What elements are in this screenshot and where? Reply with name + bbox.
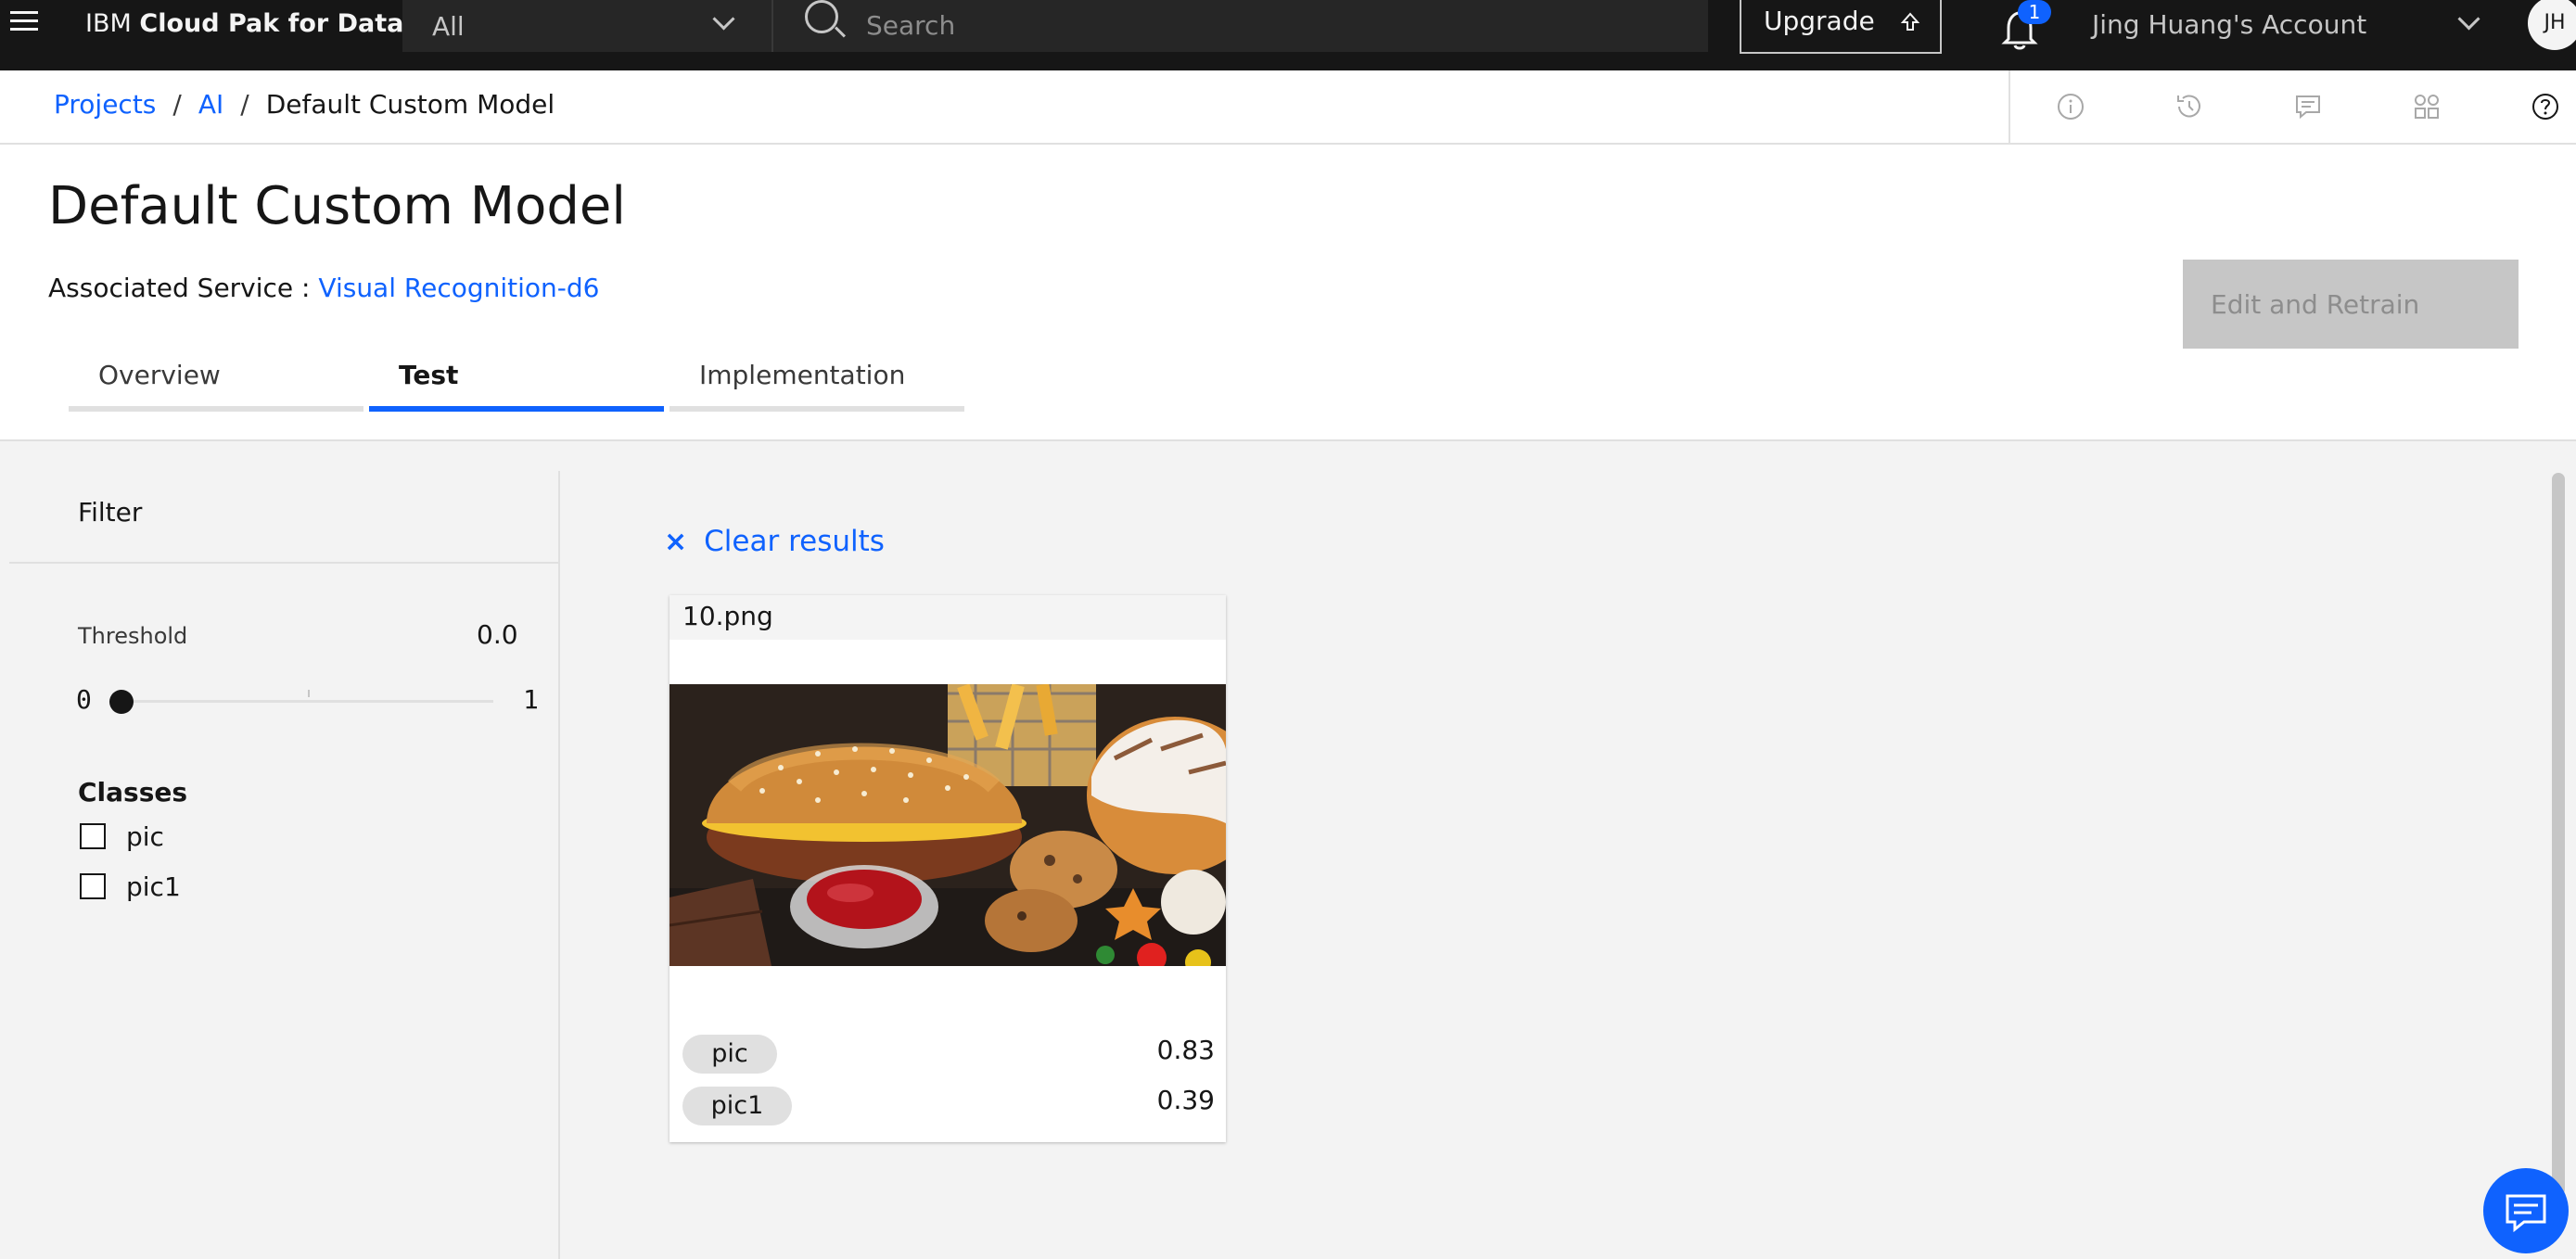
breadcrumb: Projects / AI / Default Custom Model [54,89,555,120]
slider-min-label: 0 [76,684,92,715]
breadcrumb-bar: Projects / AI / Default Custom Model [0,70,2576,145]
hamburger-icon[interactable] [6,4,43,45]
clear-results-label: Clear results [704,525,885,558]
tab-label: Implementation [699,360,906,390]
top-nav-bar: IBM Cloud Pak for Data All Upgrade 1 Jin… [0,0,2576,70]
threshold-slider-handle[interactable] [109,690,134,714]
associated-service: Associated Service : Visual Recognition-… [48,273,599,303]
breadcrumb-ai[interactable]: AI [198,89,223,120]
comment-icon[interactable] [2292,91,2324,122]
divider [9,562,558,564]
checkbox[interactable] [80,873,106,899]
scope-dropdown[interactable]: All [402,0,773,52]
class-label: pic1 [126,871,181,902]
notification-badge: 1 [2018,0,2051,24]
upgrade-label: Upgrade [1764,6,1875,36]
result-filename: 10.png [682,601,773,631]
slider-max-label: 1 [523,684,539,715]
clear-results-button[interactable]: × Clear results [664,525,885,558]
scope-value: All [432,11,465,42]
brand-name: Cloud Pak for Data [139,9,404,38]
chevron-down-icon [712,7,735,31]
tab-label: Test [399,360,459,390]
class-tag-pic: pic [682,1035,777,1074]
info-icon[interactable] [2055,91,2086,122]
search-bar [773,0,1708,52]
brand-title[interactable]: IBM Cloud Pak for Data [85,9,403,38]
classes-heading: Classes [78,777,188,808]
search-icon[interactable] [805,0,838,33]
search-input[interactable] [864,4,1684,46]
tab-overview[interactable]: Overview [69,352,363,412]
result-image [670,684,1226,966]
tab-implementation[interactable]: Implementation [670,352,964,412]
food-photo-illustration [670,684,1226,966]
tab-label: Overview [98,360,221,390]
breadcrumb-current: Default Custom Model [265,89,555,120]
breadcrumb-separator: / [240,89,249,120]
class-tag-pic1: pic1 [682,1087,792,1125]
page-header: Default Custom Model Associated Service … [0,145,2576,441]
scrollbar[interactable] [2550,471,2567,1259]
chat-button[interactable] [2483,1168,2569,1253]
result-card[interactable]: 10.png pic 0.83 pic1 0.39 [670,595,1226,1142]
class-label: pic [126,821,164,852]
result-filename-bar: 10.png [670,595,1226,640]
chevron-down-icon [2457,7,2480,31]
close-icon: × [664,526,688,558]
history-icon[interactable] [2174,91,2205,122]
threshold-label: Threshold [78,623,188,649]
breadcrumb-separator: / [172,89,182,120]
upgrade-button[interactable]: Upgrade [1740,0,1942,54]
class-score: 0.39 [1156,1085,1215,1115]
breadcrumb-projects[interactable]: Projects [54,89,156,120]
associated-service-link[interactable]: Visual Recognition-d6 [318,273,599,303]
avatar[interactable]: JH [2528,0,2576,50]
filter-title: Filter [78,497,143,528]
page-title: Default Custom Model [48,176,626,236]
scrollbar-thumb[interactable] [2552,473,2565,1196]
apps-icon[interactable] [2411,91,2442,122]
associated-service-label: Associated Service : [48,273,311,303]
brand-prefix: IBM [85,9,140,38]
edit-retrain-button[interactable]: Edit and Retrain [2183,260,2519,349]
threshold-value[interactable]: 0.0 [477,619,518,650]
checkbox[interactable] [80,823,106,849]
chat-icon [2506,1194,2546,1233]
upload-icon [1900,12,1920,31]
action-bar [2009,70,2576,143]
tab-test[interactable]: Test [369,352,664,412]
filter-panel: Filter Threshold 0.0 0 1 Classes pic pic… [0,471,560,1259]
help-icon[interactable] [2530,91,2561,122]
slider-tick [308,690,310,697]
account-switcher[interactable]: Jing Huang's Account [2068,0,2513,52]
account-name: Jing Huang's Account [2092,9,2367,40]
class-score: 0.83 [1156,1035,1215,1065]
threshold-slider-track[interactable] [121,700,493,703]
